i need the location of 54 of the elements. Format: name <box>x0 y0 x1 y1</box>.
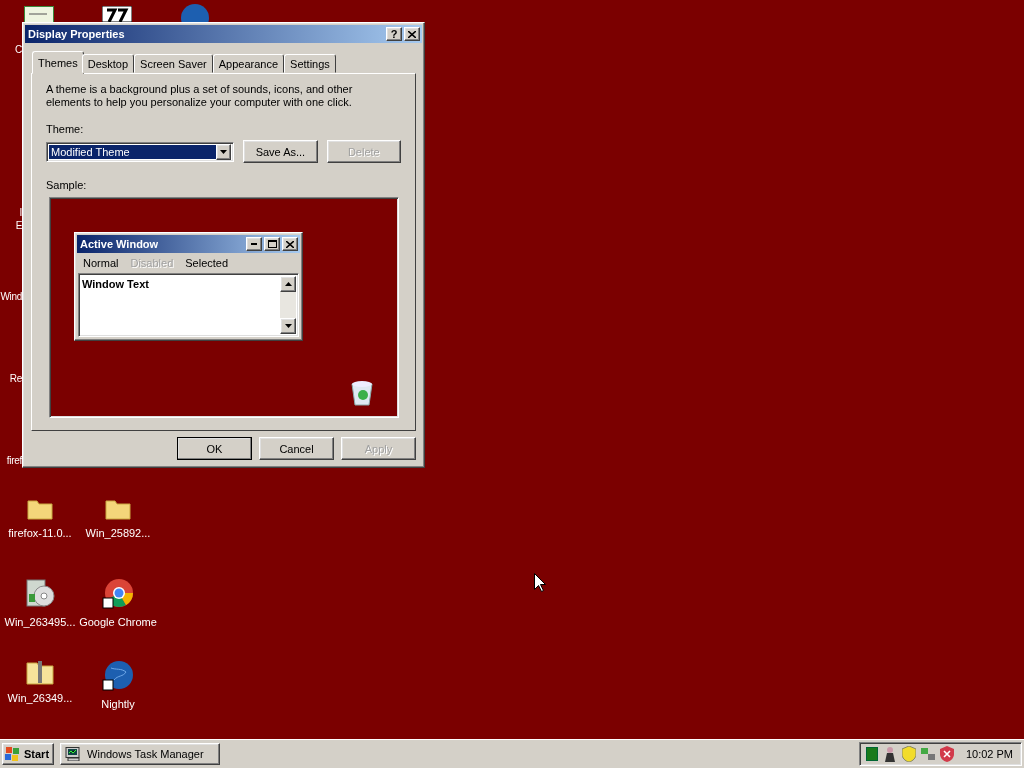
tab[interactable]: Desktop <box>81 54 135 73</box>
minimize-button[interactable] <box>246 237 262 251</box>
dialog-button[interactable]: Cancel <box>259 437 334 460</box>
icon-label[interactable]: firefox-11.0... <box>8 527 72 539</box>
recycle-bin-icon <box>348 379 376 407</box>
theme-button[interactable]: Save As... <box>243 140 318 163</box>
icon-label: I <box>19 207 22 218</box>
close-button[interactable] <box>404 27 420 41</box>
icon-label[interactable]: Google Chrome <box>79 616 157 628</box>
folder-icon <box>26 497 54 521</box>
window-text: Window Text <box>81 277 150 292</box>
preview-title: Active Window <box>80 238 160 250</box>
close-button[interactable] <box>282 237 298 251</box>
theme-label: Theme: <box>46 123 85 135</box>
tab[interactable]: Settings <box>284 54 336 73</box>
icon-label: E <box>15 220 22 231</box>
sample-label: Sample: <box>46 179 88 191</box>
start-button[interactable]: Start <box>2 743 55 765</box>
scroll-up-icon <box>280 276 296 292</box>
chrome-icon <box>102 578 134 610</box>
globe-icon <box>180 3 210 22</box>
icon-label[interactable]: Nightly <box>101 698 135 710</box>
globe-icon <box>102 660 134 692</box>
monitor-icon <box>65 747 82 761</box>
theme-dropdown[interactable]: Modified Theme <box>46 141 235 162</box>
tab[interactable]: Appearance <box>212 54 285 73</box>
windows-logo-icon <box>5 747 21 761</box>
close-icon <box>408 30 416 38</box>
close-icon <box>286 240 294 248</box>
taskbar-button[interactable]: Windows Task Manager <box>60 743 221 765</box>
clock: 10:02 PM <box>965 748 1013 760</box>
minimize-icon <box>251 243 257 245</box>
shield-icon[interactable] <box>939 746 954 762</box>
cursor-icon <box>534 573 546 592</box>
icon-label: firef <box>6 455 22 466</box>
description-text: A theme is a background plus a set of sounds, icons, and other elements to help you personalize your computer with one click. <box>46 83 354 109</box>
tab[interactable]: Themes <box>32 51 84 74</box>
scroll-down-icon <box>280 318 296 334</box>
icon-label[interactable]: Win_263495... <box>4 616 76 628</box>
help-button[interactable]: ? <box>386 27 402 41</box>
dialog-button[interactable]: OK <box>177 437 252 460</box>
maximize-icon <box>267 240 277 248</box>
maximize-button[interactable] <box>264 237 280 251</box>
icon-label: C <box>15 44 22 55</box>
window-title: Display Properties <box>28 28 126 40</box>
zip-folder-icon <box>25 660 55 686</box>
icon-label[interactable]: Win_26349... <box>7 692 73 704</box>
tab[interactable]: Screen Saver <box>134 54 213 73</box>
icon-label: Re <box>9 373 22 384</box>
square-tray-icon[interactable] <box>865 747 878 761</box>
icon-label: Wind <box>0 291 22 302</box>
folder-icon <box>104 497 132 521</box>
installer-icon <box>24 578 56 610</box>
icon-label[interactable]: Win_25892... <box>85 527 151 539</box>
